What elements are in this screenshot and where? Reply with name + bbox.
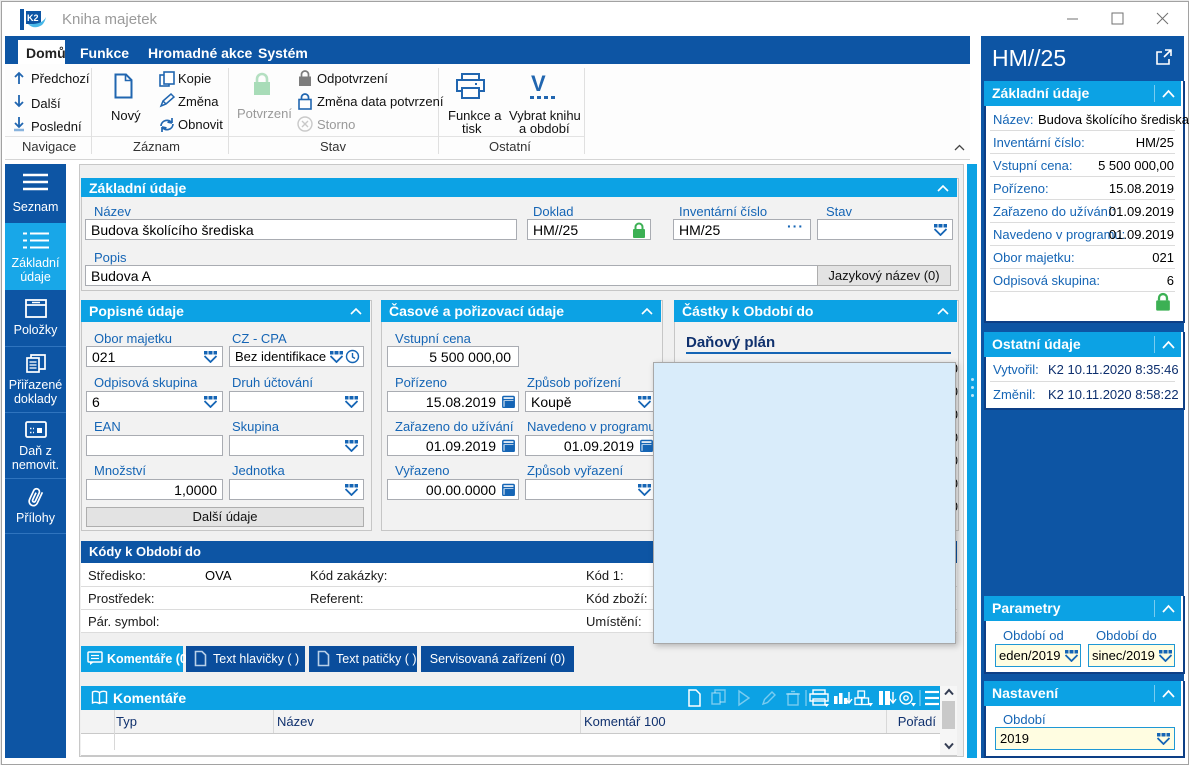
svg-text:K2: K2 bbox=[27, 13, 39, 23]
